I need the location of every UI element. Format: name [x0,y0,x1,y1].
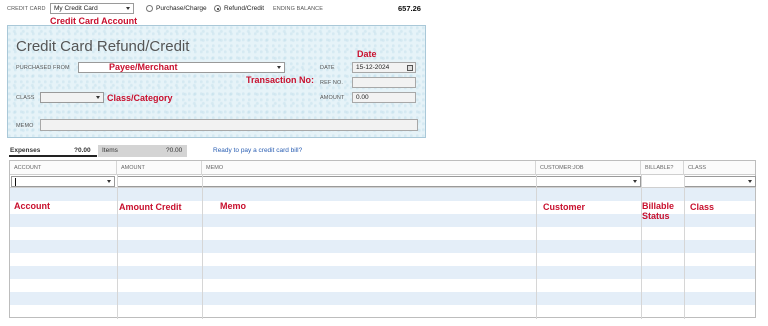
amount-label: AMOUNT [320,95,345,101]
col-divider [117,175,118,319]
credit-card-label: CREDIT CARD [7,6,46,12]
form-title: Credit Card Refund/Credit [16,38,190,55]
annotation-amount-credit: Amount Credit [119,202,182,212]
chevron-down-icon [107,180,111,183]
expenses-table: ACCOUNT AMOUNT MEMO CUSTOMER:JOB BILLABL… [9,160,756,319]
ending-balance-label: ENDING BALANCE [273,6,323,12]
chevron-down-icon [277,66,281,69]
col-memo[interactable]: MEMO [202,161,536,175]
table-row[interactable] [10,266,755,279]
amount-value: 0.00 [356,94,369,101]
annotation-billable-status: Billable Status [642,201,675,221]
refund-label: Refund/Credit [224,5,265,12]
account-select[interactable] [11,176,115,187]
class-select[interactable] [684,176,756,187]
table-row[interactable] [10,292,755,305]
table-row[interactable] [10,227,755,240]
refund-form-panel: Credit Card Refund/Credit PURCHASED FROM… [7,25,426,138]
table-row[interactable] [10,188,755,201]
col-divider [641,175,642,319]
credit-card-dropdown[interactable]: My Credit Card [50,3,134,14]
class-dropdown[interactable] [40,92,104,103]
ending-balance-value: 657.26 [398,4,421,13]
memo-label: MEMO [16,123,34,129]
table-row[interactable] [10,253,755,266]
table-row[interactable] [10,279,755,292]
annotation-memo: Memo [220,201,247,211]
tab-items[interactable]: Items ?0.00 [98,145,187,157]
tab-expenses[interactable]: Expenses ?0.00 [9,145,97,157]
purchase-label: Purchase/Charge [156,5,207,12]
ref-no-label: REF NO. [320,80,344,86]
col-divider [536,175,537,319]
date-value: 15-12-2024 [356,64,390,71]
purchase-radio[interactable] [146,5,153,12]
credit-card-value: My Credit Card [54,5,98,12]
annotation-payee: Payee/Merchant [109,62,178,72]
customer-job-select[interactable] [536,176,641,187]
tab-expenses-amount: ?0.00 [74,147,91,154]
annotation-class-category: Class/Category [107,93,173,103]
tab-expenses-label: Expenses [10,147,41,154]
class-label: CLASS [16,95,35,101]
chevron-down-icon [633,180,637,183]
annotation-customer: Customer [543,202,586,212]
date-field[interactable]: 15-12-2024 [352,62,416,73]
annotation-date: Date [357,49,377,59]
table-header: ACCOUNT AMOUNT MEMO CUSTOMER:JOB BILLABL… [10,161,755,175]
col-amount[interactable]: AMOUNT [117,161,202,175]
chevron-down-icon [96,96,100,99]
ref-no-field[interactable] [352,77,416,88]
text-cursor [15,178,16,186]
tab-items-label: Items [102,147,118,154]
col-divider [684,175,685,319]
annotation-class: Class [690,202,715,212]
chevron-down-icon [748,180,752,183]
col-class[interactable]: CLASS [684,161,757,175]
annotation-account: Account [14,201,50,211]
memo-field[interactable] [40,119,418,131]
col-customer-job[interactable]: CUSTOMER:JOB [536,161,641,175]
refund-radio[interactable] [214,5,221,12]
table-row[interactable] [10,305,755,318]
annotation-transaction-no: Transaction No: [246,75,315,85]
date-label: DATE [320,65,335,71]
col-account[interactable]: ACCOUNT [10,161,117,175]
tab-items-amount: ?0.00 [166,147,183,154]
amount-field[interactable]: 0.00 [352,92,416,103]
pay-bill-link[interactable]: Ready to pay a credit card bill? [213,147,302,154]
col-divider [202,175,203,319]
table-row-edit [10,175,756,188]
purchased-from-label: PURCHASED FROM [16,65,70,71]
calendar-icon[interactable] [407,64,413,71]
chevron-down-icon [126,7,130,10]
table-row[interactable] [10,240,755,253]
col-billable[interactable]: BILLABLE? [641,161,684,175]
